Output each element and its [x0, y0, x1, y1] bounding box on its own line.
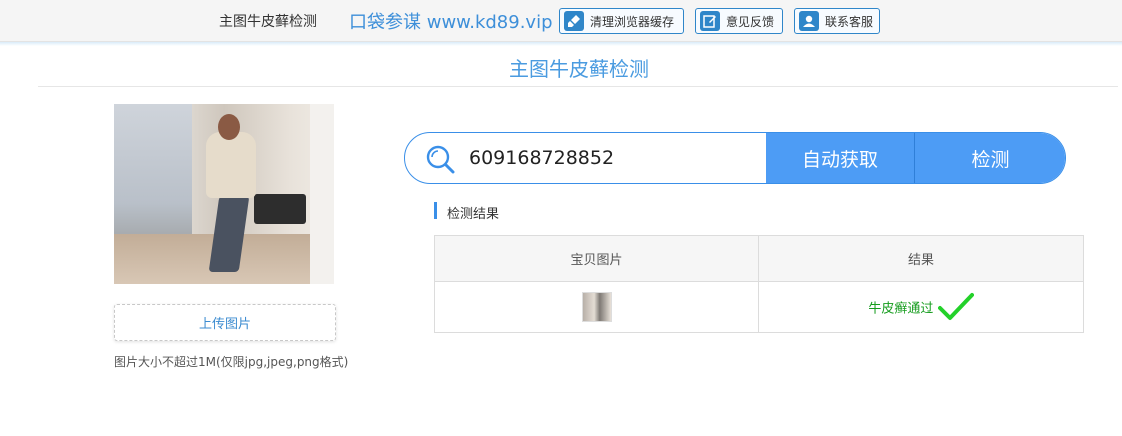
search-box: 自动获取 检测 [404, 132, 1066, 184]
brand-link[interactable]: 口袋参谋 www.kd89.vip [349, 8, 553, 34]
header-title: 主图牛皮藓检测 [219, 14, 317, 30]
auto-fetch-button[interactable]: 自动获取 [766, 133, 914, 183]
user-service-icon [799, 11, 819, 31]
section-marker [434, 202, 437, 219]
contact-service-label: 联系客服 [825, 14, 874, 29]
results-section-title: 检测结果 [447, 207, 500, 222]
table-header-row: 宝贝图片 结果 [434, 235, 1084, 282]
column-header-result: 结果 [758, 235, 1084, 282]
clear-cache-label: 清理浏览器缓存 [590, 14, 675, 29]
result-text: 牛皮癣通过 [868, 301, 934, 317]
feedback-button[interactable]: 意见反馈 [695, 8, 783, 34]
results-table: 宝贝图片 结果 牛皮癣通过 [434, 235, 1084, 333]
upload-hint: 图片大小不超过1M(仅限jpg,jpeg,png格式) [114, 355, 349, 369]
clear-cache-button[interactable]: 清理浏览器缓存 [559, 8, 684, 34]
edit-icon [700, 11, 720, 31]
upload-image-button[interactable]: 上传图片 [114, 304, 336, 341]
figure-head [218, 114, 240, 140]
preview-image [114, 104, 334, 284]
item-id-input[interactable] [469, 133, 765, 183]
checkmark-icon [937, 293, 974, 320]
page-title: 主图牛皮藓检测 [509, 57, 649, 81]
table-row: 牛皮癣通过 [434, 281, 1084, 333]
title-divider [38, 86, 1118, 87]
result-cell: 牛皮癣通过 [758, 281, 1084, 333]
column-header-image: 宝贝图片 [434, 235, 759, 282]
top-bar-shadow [0, 42, 1122, 46]
figure-body [206, 132, 256, 198]
search-icon [426, 145, 455, 174]
item-thumbnail[interactable] [581, 292, 612, 322]
detect-button[interactable]: 检测 [915, 133, 1065, 183]
item-image-cell [434, 281, 759, 333]
feedback-label: 意见反馈 [726, 14, 775, 29]
contact-service-button[interactable]: 联系客服 [794, 8, 880, 34]
bright-strip [310, 104, 334, 284]
broom-icon [564, 11, 584, 31]
chair-shape [254, 194, 306, 224]
